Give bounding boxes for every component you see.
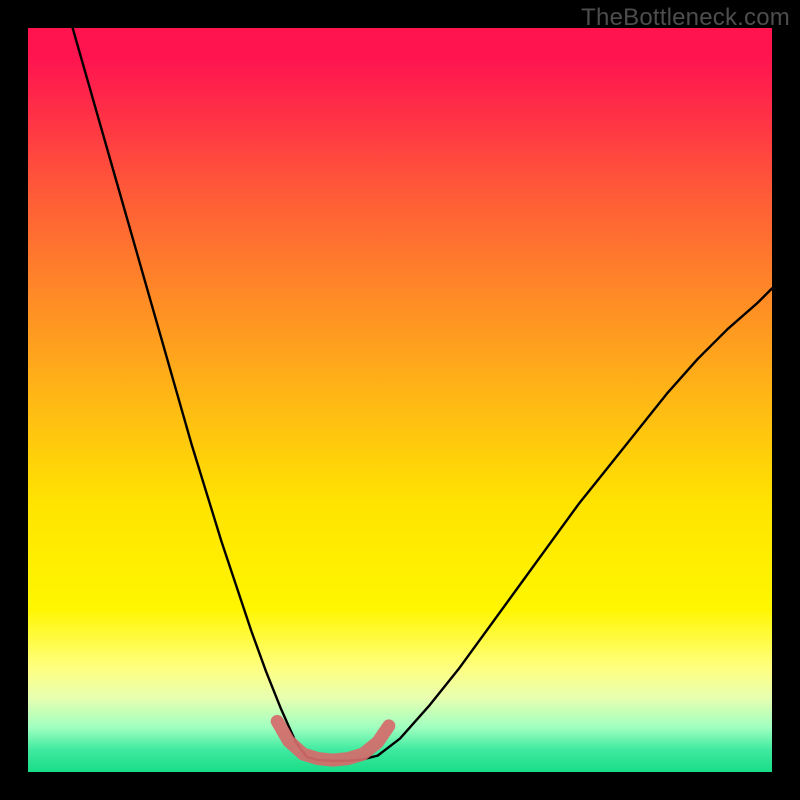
bottleneck-curve <box>73 28 772 761</box>
bottleneck-curve-path <box>73 28 772 761</box>
watermark-text: TheBottleneck.com <box>581 4 790 32</box>
chart-frame: TheBottleneck.com <box>0 0 800 800</box>
curve-layer <box>28 28 772 772</box>
plot-area <box>28 28 772 772</box>
valley-highlight-path <box>277 721 389 760</box>
valley-highlight <box>277 721 389 760</box>
